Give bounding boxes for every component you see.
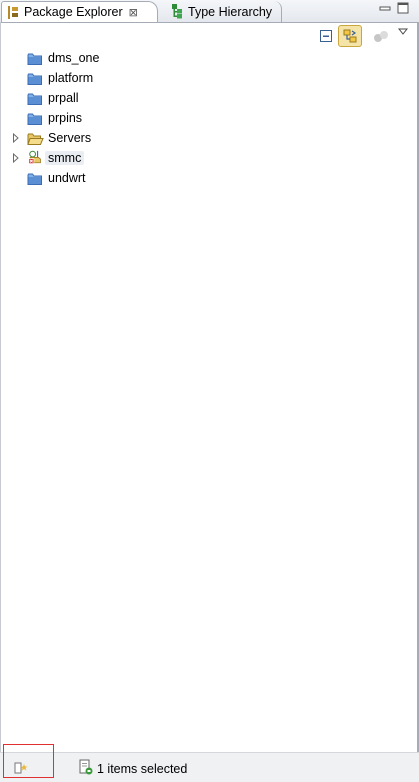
- folder-icon: [27, 53, 42, 65]
- status-bar: 1 items selected: [0, 752, 419, 782]
- tab-package-explorer-label: Package Explorer: [24, 5, 123, 19]
- minimize-icon[interactable]: [379, 2, 391, 14]
- tree-item-servers[interactable]: Servers: [0, 128, 419, 148]
- tab-type-hierarchy-label: Type Hierarchy: [188, 4, 273, 19]
- type-hierarchy-icon: [172, 4, 182, 19]
- expand-arrow-icon[interactable]: [12, 133, 20, 143]
- java-project-error-icon: [28, 150, 41, 164]
- close-tab-icon[interactable]: ⊠: [129, 6, 138, 19]
- folder-icon: [27, 113, 42, 125]
- tree-item-prpall[interactable]: prpall: [0, 88, 419, 108]
- tree-item-smmc[interactable]: smmc: [0, 148, 419, 168]
- tree-item-label: platform: [48, 71, 94, 85]
- tree-item-platform[interactable]: platform: [0, 68, 419, 88]
- folder-icon: [27, 173, 42, 185]
- expand-arrow-icon[interactable]: [12, 153, 20, 163]
- tree-item-label: undwrt: [48, 171, 86, 185]
- package-explorer-icon: [8, 5, 19, 19]
- folder-icon: [27, 73, 42, 85]
- tree-item-label: Servers: [48, 131, 92, 145]
- tree-item-prpins[interactable]: prpins: [0, 108, 419, 128]
- open-folder-icon: [27, 133, 44, 145]
- focus-working-set-icon[interactable]: [373, 30, 389, 43]
- view-tab-bar: Package Explorer ⊠ Type Hierarchy: [0, 0, 419, 23]
- tab-package-explorer[interactable]: Package Explorer ⊠: [1, 1, 158, 22]
- status-text: 1 items selected: [97, 762, 188, 776]
- maximize-icon[interactable]: [397, 2, 409, 14]
- view-menu-icon[interactable]: [398, 28, 408, 36]
- tree-item-label-selected: smmc: [45, 151, 85, 165]
- tree-item-label: dms_one: [48, 51, 100, 65]
- tree-item-dms-one[interactable]: dms_one: [0, 48, 419, 68]
- tree-item-label: prpins: [48, 111, 83, 125]
- view-toolbar: [0, 23, 419, 48]
- collapse-all-icon[interactable]: [319, 29, 333, 43]
- highlight-box: [3, 744, 54, 778]
- folder-icon: [27, 93, 42, 105]
- link-with-editor-icon: [343, 29, 357, 43]
- tree-item-label: prpall: [48, 91, 79, 105]
- java-file-icon: [79, 759, 93, 775]
- tab-type-hierarchy[interactable]: Type Hierarchy: [163, 1, 282, 22]
- tree-item-undwrt[interactable]: undwrt: [0, 168, 419, 188]
- link-with-editor-button[interactable]: [338, 25, 362, 47]
